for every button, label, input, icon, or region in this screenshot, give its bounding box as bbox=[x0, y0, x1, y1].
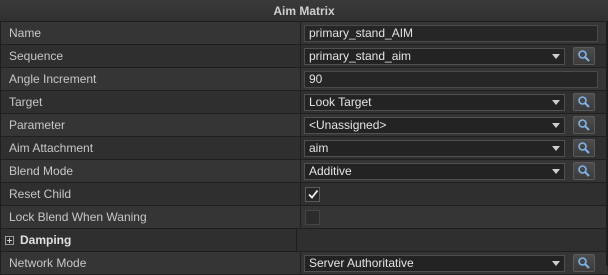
sequence-value: primary_stand_aim bbox=[309, 49, 412, 63]
row-sequence: Sequence primary_stand_aim bbox=[1, 45, 607, 68]
aim-attachment-dropdown[interactable]: aim bbox=[304, 139, 565, 157]
reset-child-label: Reset Child bbox=[1, 183, 301, 205]
magnifier-picker-icon bbox=[578, 50, 590, 62]
chevron-down-icon bbox=[552, 53, 560, 59]
row-reset-child: Reset Child bbox=[1, 183, 607, 206]
magnifier-picker-icon bbox=[578, 119, 590, 131]
expand-plus-icon[interactable] bbox=[5, 235, 14, 245]
sequence-label: Sequence bbox=[1, 45, 301, 67]
aim-attachment-value: aim bbox=[309, 141, 329, 155]
angle-increment-label: Angle Increment bbox=[1, 68, 301, 90]
magnifier-picker-icon bbox=[578, 142, 590, 154]
chevron-down-icon bbox=[552, 99, 560, 105]
parameter-value: <Unassigned> bbox=[309, 118, 387, 132]
sequence-picker-button[interactable] bbox=[573, 47, 595, 65]
row-network-mode: Network Mode Server Authoritative bbox=[1, 252, 607, 275]
property-grid: Name primary_stand_AIM Sequence primary_… bbox=[0, 22, 607, 275]
sequence-dropdown[interactable]: primary_stand_aim bbox=[304, 47, 565, 65]
checkmark-icon bbox=[307, 189, 318, 199]
damping-label: Damping bbox=[20, 233, 72, 247]
network-mode-label: Network Mode bbox=[1, 252, 301, 274]
magnifier-picker-icon bbox=[578, 96, 590, 108]
name-field[interactable]: primary_stand_AIM bbox=[304, 24, 598, 42]
row-aim-attachment: Aim Attachment aim bbox=[1, 137, 607, 160]
network-mode-dropdown[interactable]: Server Authoritative bbox=[304, 254, 565, 272]
network-mode-picker-button[interactable] bbox=[573, 254, 595, 272]
reset-child-checkbox[interactable] bbox=[305, 186, 320, 202]
angle-increment-field[interactable]: 90 bbox=[304, 70, 598, 88]
lock-blend-checkbox[interactable] bbox=[305, 209, 320, 225]
aim-attachment-picker-button[interactable] bbox=[573, 139, 595, 157]
network-mode-value: Server Authoritative bbox=[309, 256, 414, 270]
magnifier-picker-icon bbox=[578, 257, 590, 269]
blend-mode-dropdown[interactable]: Additive bbox=[304, 162, 565, 180]
parameter-dropdown[interactable]: <Unassigned> bbox=[304, 116, 565, 134]
aim-attachment-label: Aim Attachment bbox=[1, 137, 301, 159]
panel-title: Aim Matrix bbox=[0, 0, 608, 22]
target-value: Look Target bbox=[309, 95, 372, 109]
row-lock-blend: Lock Blend When Waning bbox=[1, 206, 607, 229]
chevron-down-icon bbox=[552, 145, 560, 151]
blend-mode-value: Additive bbox=[309, 164, 352, 178]
magnifier-picker-icon bbox=[578, 165, 590, 177]
target-dropdown[interactable]: Look Target bbox=[304, 93, 565, 111]
target-picker-button[interactable] bbox=[573, 93, 595, 111]
row-name: Name primary_stand_AIM bbox=[1, 22, 607, 45]
damping-section-header[interactable]: Damping bbox=[1, 229, 297, 251]
name-label: Name bbox=[1, 22, 301, 44]
row-target: Target Look Target bbox=[1, 91, 607, 114]
row-damping: Damping bbox=[1, 229, 607, 252]
blend-mode-label: Blend Mode bbox=[1, 160, 301, 182]
blend-mode-picker-button[interactable] bbox=[573, 162, 595, 180]
chevron-down-icon bbox=[552, 260, 560, 266]
parameter-label: Parameter bbox=[1, 114, 301, 136]
row-parameter: Parameter <Unassigned> bbox=[1, 114, 607, 137]
chevron-down-icon bbox=[552, 168, 560, 174]
chevron-down-icon bbox=[552, 122, 560, 128]
row-blend-mode: Blend Mode Additive bbox=[1, 160, 607, 183]
lock-blend-label: Lock Blend When Waning bbox=[1, 206, 301, 228]
row-angle-increment: Angle Increment 90 bbox=[1, 68, 607, 91]
target-label: Target bbox=[1, 91, 301, 113]
parameter-picker-button[interactable] bbox=[573, 116, 595, 134]
